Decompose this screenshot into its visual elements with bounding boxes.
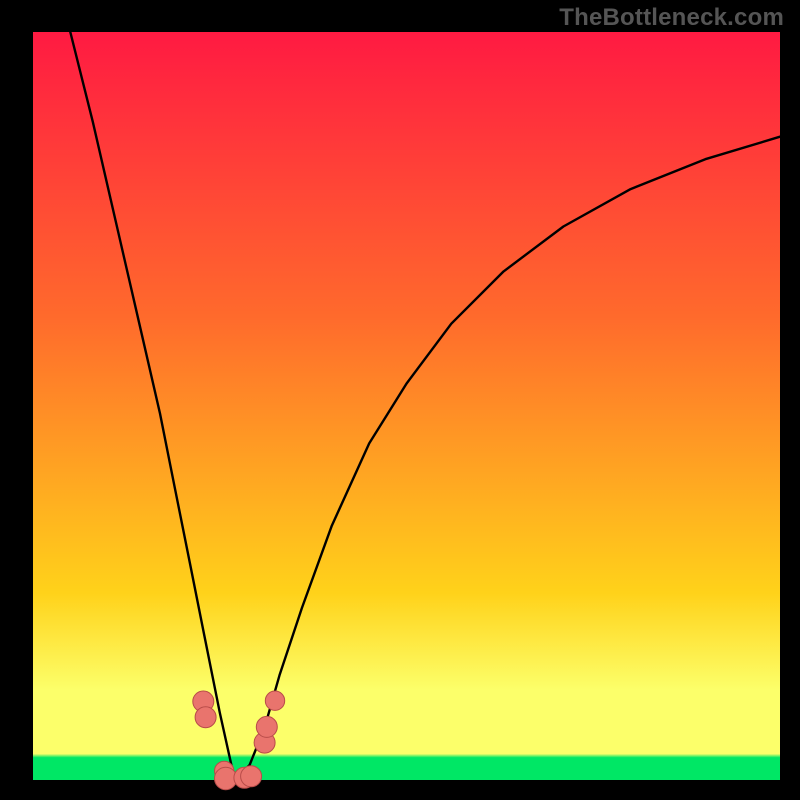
- watermark-text: TheBottleneck.com: [559, 4, 784, 32]
- data-marker: [241, 766, 262, 787]
- data-marker: [195, 707, 216, 728]
- data-markers: [193, 691, 285, 790]
- chart-stage: TheBottleneck.com: [0, 0, 800, 800]
- data-marker: [256, 716, 277, 737]
- data-marker: [265, 691, 284, 710]
- chart-svg: [0, 0, 800, 800]
- bottleneck-curve: [70, 32, 780, 780]
